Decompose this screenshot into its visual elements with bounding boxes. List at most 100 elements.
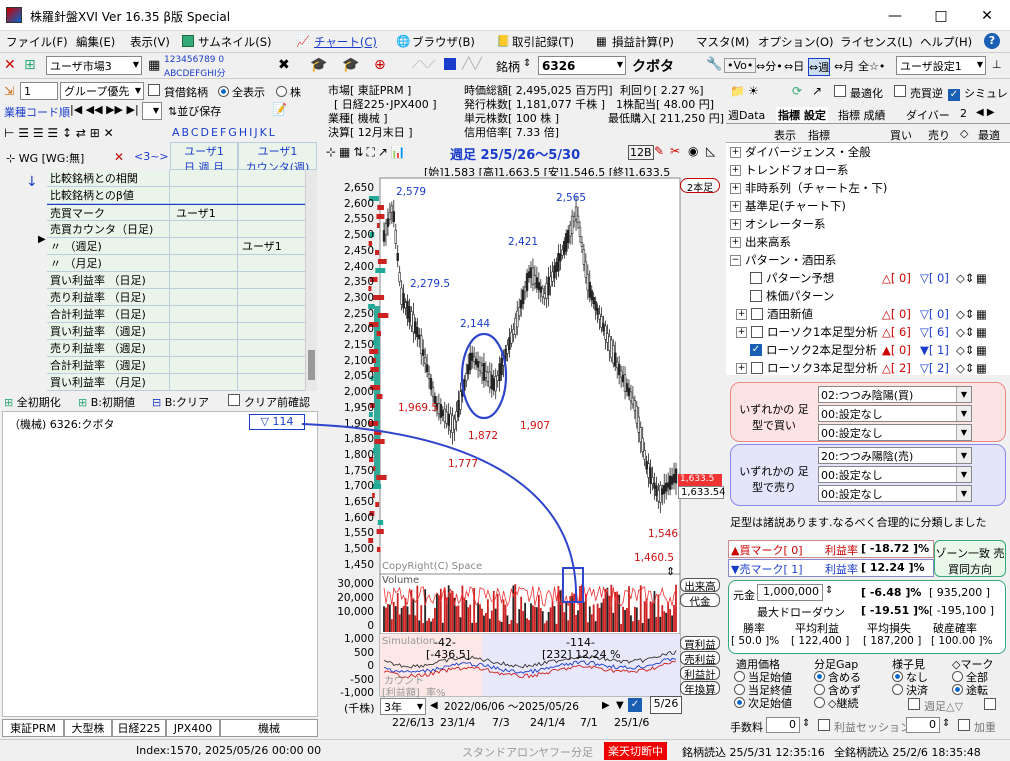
dropdown-icon[interactable]: ▼ [616, 700, 624, 711]
simulation-checkbox[interactable]: ✓ シミュレ [948, 85, 1008, 101]
user-setting-select[interactable]: ユーザ設定1 ▼ [896, 56, 986, 75]
volume-toggle-button[interactable]: 出来高 [680, 578, 720, 593]
weight-checkbox[interactable]: 加重 [958, 719, 996, 735]
scissor-icon[interactable]: ✂ [670, 144, 680, 158]
code-input[interactable]: 6326 ▼ [538, 56, 626, 75]
table-row[interactable]: 比較銘柄との相関 [47, 170, 317, 187]
optimize-checkbox[interactable]: 最適化 [834, 85, 883, 101]
annualized-button[interactable]: 年換算 [680, 681, 720, 696]
add-icon[interactable]: ⊞ [24, 57, 36, 73]
menu-license[interactable]: ライセンス(L) [840, 34, 913, 50]
lending-checkbox[interactable]: 貸借銘柄 [148, 84, 208, 100]
bar-type-button[interactable]: 2本足 [680, 178, 720, 194]
menu-option[interactable]: オプション(O) [758, 34, 834, 50]
trend-icon[interactable]: ↗ [812, 84, 822, 98]
init-all-button[interactable]: ⊞ 全初期化 [4, 394, 61, 410]
week-button[interactable]: ⇔週 [808, 58, 831, 76]
cap2-icon[interactable]: 🎓 [342, 57, 359, 73]
tree-volume[interactable]: + 出来高系 [730, 233, 1002, 251]
tab-2[interactable]: 2 [960, 107, 967, 120]
amount-toggle-button[interactable]: 代金 [680, 593, 720, 608]
eye-icon[interactable]: ◉ [688, 144, 698, 158]
mark-reverse[interactable]: 途転 [952, 682, 988, 698]
maximize-button[interactable]: □ [918, 0, 964, 31]
save-sort-button[interactable]: ⇅並び保存 [168, 103, 221, 119]
chart-tool-icons[interactable]: ⊹▦⇅⛶↗📊 [326, 145, 409, 160]
weekly-checkbox[interactable]: 週足△▽ [908, 698, 963, 714]
fee-input[interactable]: 0 [766, 717, 800, 733]
look-settle[interactable]: 決済 [892, 682, 928, 698]
tool-icons-row[interactable]: ⊢ ☰ ☰ ☰ ↕ ⇄ ⊞ ✕ [4, 126, 114, 140]
tree-sakata[interactable]: + 酒田新値 △[ 0] ▽[ 0] ◇⇕ ▦ [736, 305, 1008, 323]
table-row[interactable]: 売買カウンタ（日足) [47, 221, 317, 238]
delete-icon[interactable]: ✕ [4, 57, 16, 73]
close-button[interactable]: ✕ [964, 0, 1010, 31]
total-profit-button[interactable]: 利益計 [680, 666, 720, 681]
checkbox-icon[interactable]: ✓ [628, 698, 642, 712]
calc-icon[interactable]: ▦ [976, 271, 987, 285]
market-select[interactable]: ユーザ市場3 ▼ [46, 56, 142, 75]
scroll-right-icon[interactable]: ▶ [602, 700, 610, 711]
fee2-input[interactable]: 0 [906, 717, 940, 733]
tab-divergence[interactable]: ダイバー [906, 107, 950, 123]
col-header-1[interactable]: ユーザ1 日 週 月 [170, 142, 238, 174]
square-icon[interactable] [444, 58, 456, 70]
x-icon[interactable]: ✕ [114, 150, 124, 164]
extra-checkbox[interactable] [984, 698, 1000, 713]
show-all-radio[interactable]: 全表示 [218, 84, 265, 100]
menu-master[interactable]: マスタ(M) [696, 34, 749, 50]
menu-view[interactable]: 表示(V) [130, 34, 170, 50]
table-row[interactable]: 合計利益率 （日足) [47, 306, 317, 323]
pin-icon[interactable]: ⊥ [992, 58, 1002, 71]
capital-spin[interactable]: ⇕ [825, 585, 833, 596]
day-button[interactable]: ⇔日 [784, 58, 804, 74]
buy-pattern-2[interactable]: 00:設定なし ▼ [818, 405, 972, 422]
table-row[interactable]: 売り利益率 （週足) [47, 340, 317, 357]
calc-icon[interactable]: ▦ [976, 307, 987, 321]
tree-trend[interactable]: + トレンドフォロー系 [730, 161, 1002, 179]
menu-chart[interactable]: 📈 チャート(C) [296, 34, 377, 50]
wg-label[interactable]: ⊹ WG [WG:無] [6, 150, 84, 166]
menu-pl-calc[interactable]: ▦ 損益計算(P) [596, 34, 674, 50]
minute-button[interactable]: ⇔分• [756, 58, 783, 74]
digit-buttons[interactable]: 123456789 0 [164, 55, 224, 65]
table-row[interactable]: 比較銘柄とのβ値 [47, 187, 317, 204]
all-button[interactable]: 全☆• [858, 58, 885, 74]
sell-pattern-3[interactable]: 00:設定なし ▼ [818, 485, 972, 502]
ap-next-open[interactable]: 次足始値 [734, 695, 792, 711]
grid-icon[interactable]: ▦ [148, 58, 160, 73]
tree-candle-1[interactable]: + ローソク1本足型分析 △[ 6] ▽[ 6] ◇⇕ ▦ [736, 323, 1008, 341]
menu-trade-log[interactable]: 📒 取引記録(T) [496, 34, 574, 50]
sell-pattern-2[interactable]: 00:設定なし ▼ [818, 466, 972, 483]
wrench-icon[interactable]: 🔧 [706, 57, 722, 72]
refresh-icon[interactable]: ⟳ [792, 84, 802, 98]
sell-pattern-1[interactable]: 20:つつみ陽陰(売) ▼ [818, 447, 972, 464]
b-init-button[interactable]: ⊞ B:初期値 [78, 394, 135, 410]
group-sort-select[interactable]: グループ優先 ▼ [60, 82, 144, 100]
tree-pattern-predict[interactable]: パターン予想 △[ 0] ▽[ 0] ◇⇕ ▦ [750, 269, 1010, 287]
menu-thumbnail[interactable]: サムネイル(S) [182, 34, 272, 50]
tab-week-data[interactable]: 週Data [728, 107, 765, 123]
period-select[interactable]: 3年 ▼ [380, 698, 426, 715]
minimize-button[interactable]: — [872, 0, 918, 31]
b-clear-button[interactable]: ⊟ B:クリア [152, 394, 209, 410]
calc-icon[interactable]: ▦ [976, 343, 987, 357]
help-icon[interactable]: ? [984, 33, 1000, 49]
reverse-checkbox[interactable]: 売買逆 [894, 85, 943, 101]
table-row[interactable]: 買い利益率 （日足) [47, 272, 317, 289]
capital-input[interactable]: 1,000,000 [757, 584, 823, 601]
folder-icon[interactable]: 📁 [730, 84, 745, 98]
tab-indicator-settings[interactable]: 指標 設定 [776, 107, 828, 123]
tab-scroll-icons[interactable]: ◀ ▶ [976, 107, 995, 118]
menu-edit[interactable]: 編集(E) [76, 34, 115, 50]
tree-nontime[interactable]: + 非時系列（チャート左・下) [730, 179, 1002, 197]
col-letters[interactable]: ABCDEFGHIJKL [172, 126, 277, 139]
menu-file[interactable]: ファイル(F) [6, 34, 68, 50]
tree-candle-3[interactable]: + ローソク3本足型分析 △[ 2] ▽[ 2] ◇⇕ ▦ [736, 359, 1008, 377]
fee2-spin[interactable]: ⇕ [942, 718, 950, 729]
filter-icon[interactable]: ✖ [278, 57, 290, 73]
table-row[interactable]: 買い利益率 （月足) [47, 374, 317, 391]
tree-base[interactable]: + 基準足(チャート下) [730, 197, 1002, 215]
sell-profit-button[interactable]: 売利益 [680, 651, 720, 666]
buy-pattern-3[interactable]: 00:設定なし ▼ [818, 424, 972, 441]
